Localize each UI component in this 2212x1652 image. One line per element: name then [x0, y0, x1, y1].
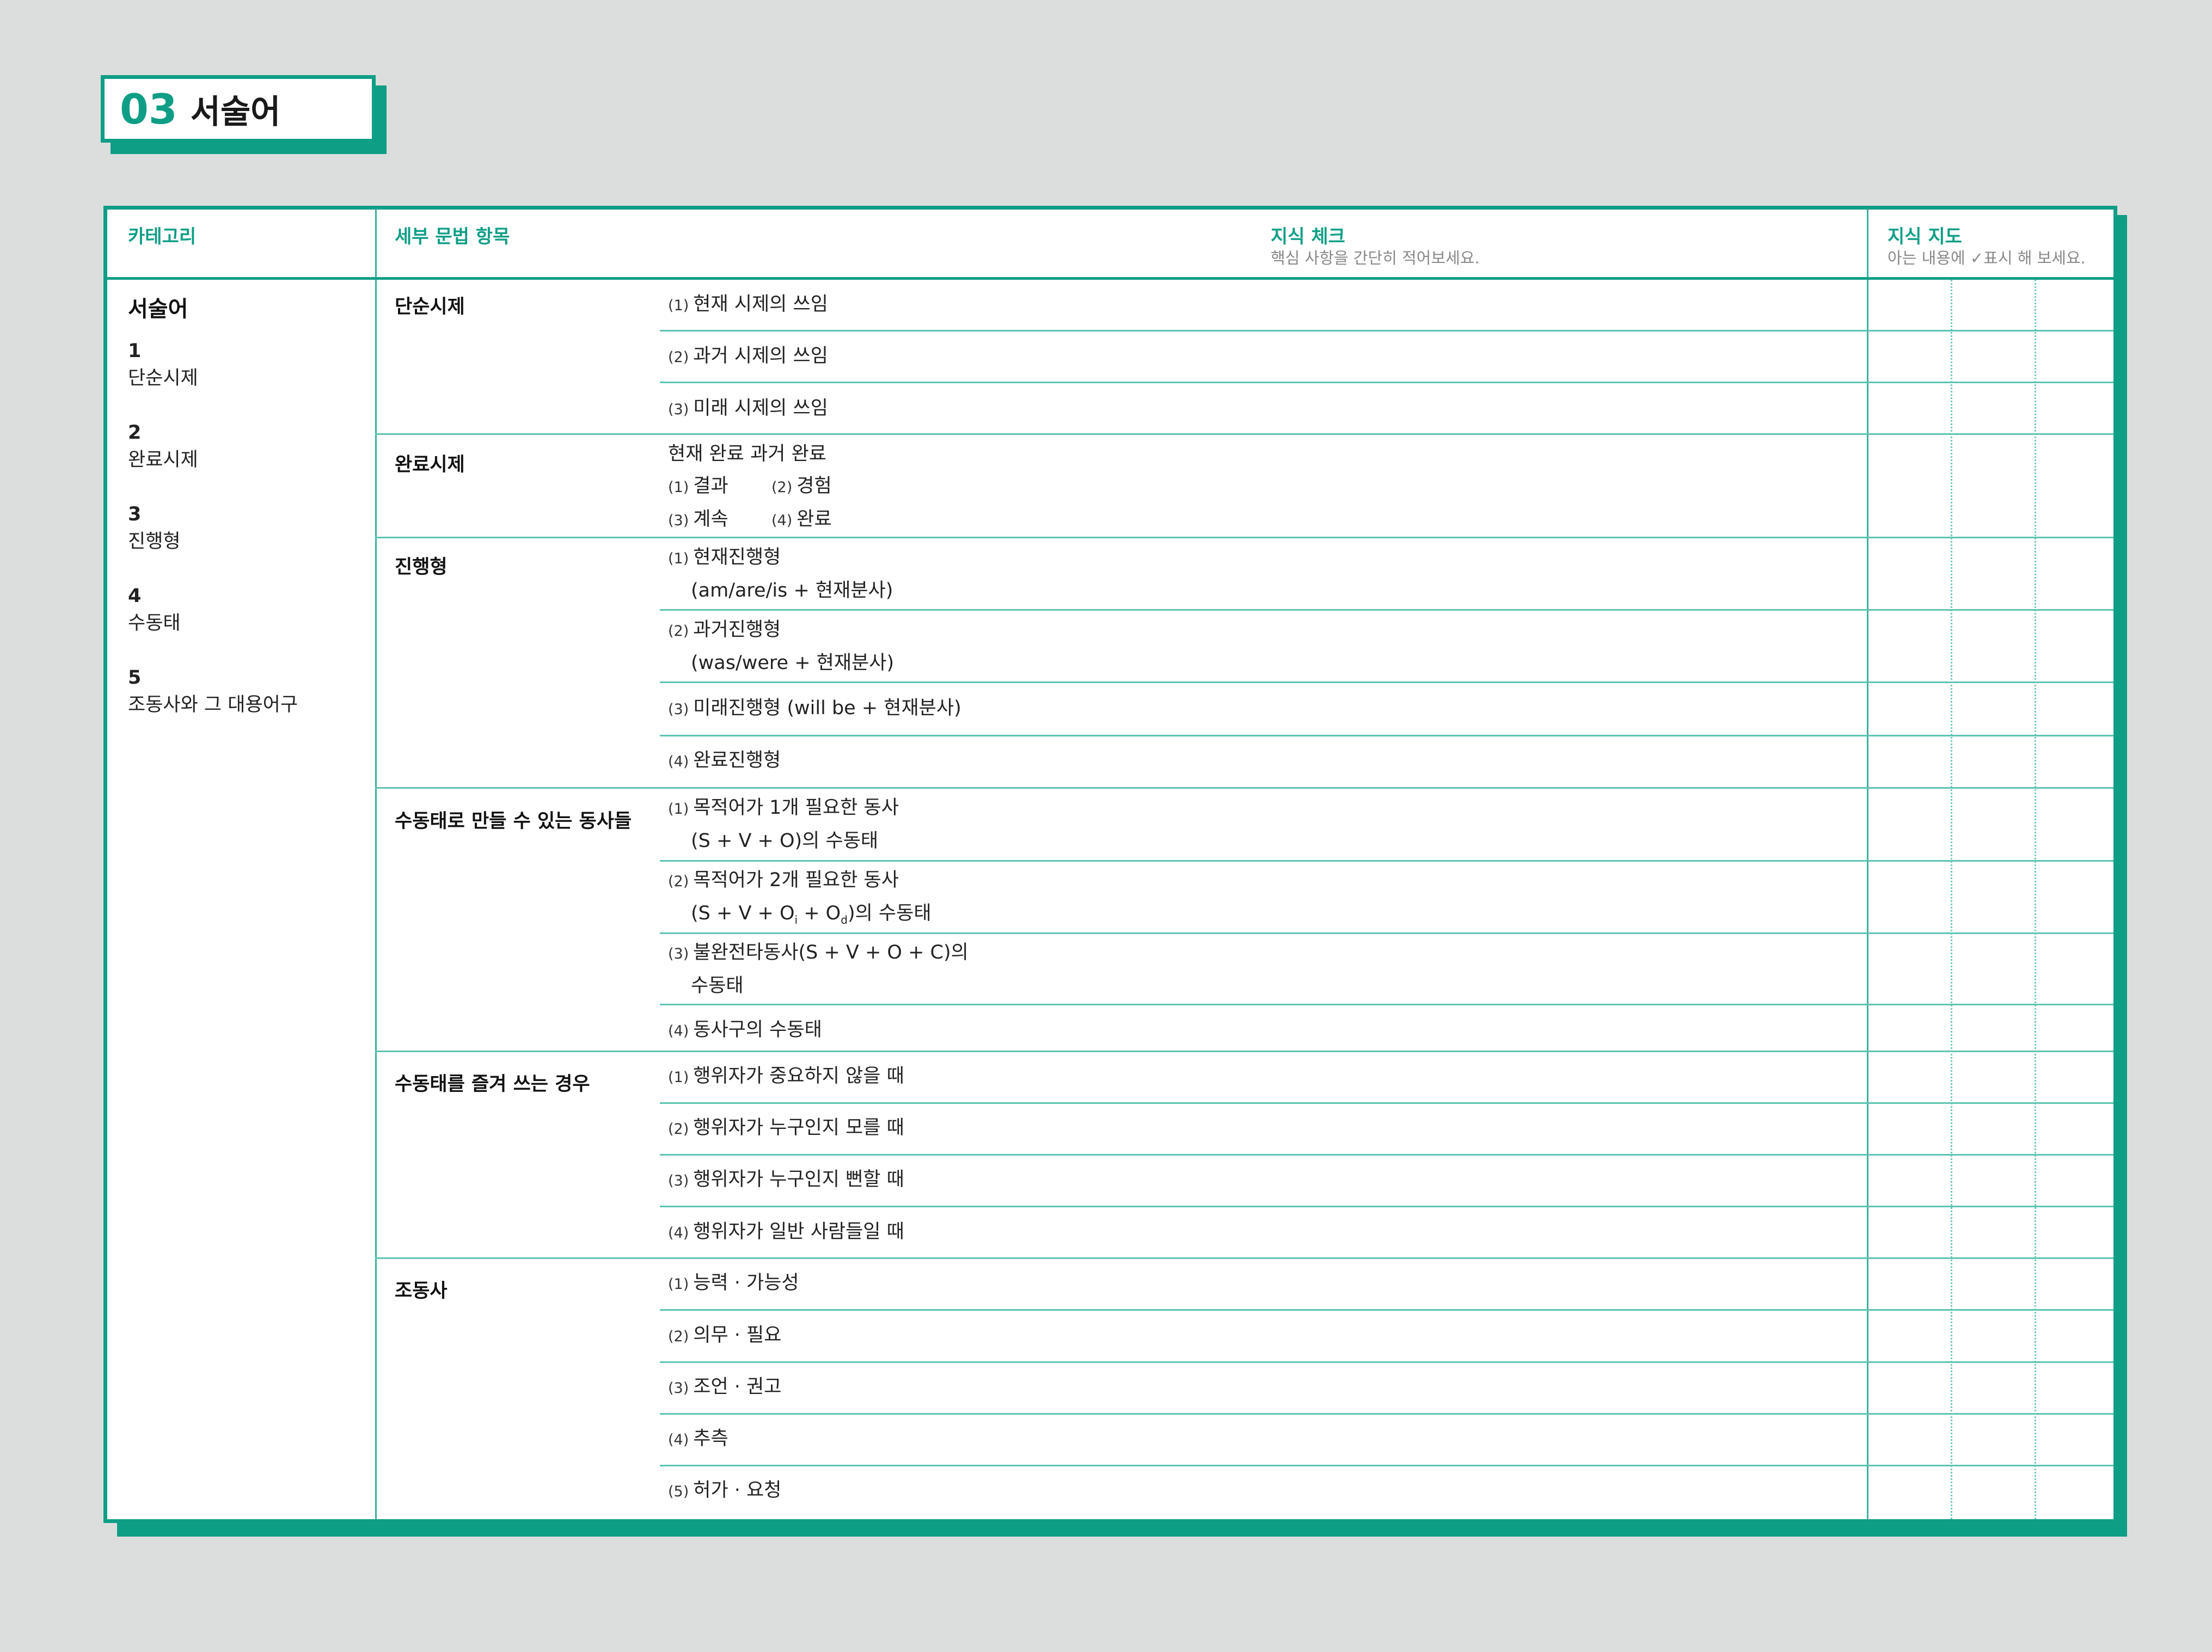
- section-label: 완료시제: [395, 454, 465, 476]
- grammar-checklist-table: 카테고리 세부 문법 항목 지식 체크 핵심 사항을 간단히 적어보세요. 지식…: [103, 206, 2117, 1523]
- section-label: 조동사: [395, 1280, 448, 1302]
- item-row: (4) 동사구의 수동태: [668, 1019, 822, 1041]
- section-label: 수동태를 즐겨 쓰는 경우: [395, 1073, 590, 1095]
- header-category: 카테고리: [128, 226, 197, 248]
- item-row: 현재 완료 과거 완료 (1) 결과 (2) 경험 (3) 계속 (4) 완료: [668, 443, 832, 530]
- row-divider: [660, 1102, 2113, 1104]
- item-row: (2) 목적어가 2개 필요한 동사 (S + V + Oi + Od)의 수동태: [668, 869, 932, 926]
- item-row: (1) 능력 · 가능성: [668, 1272, 799, 1294]
- check-col-divider: [2035, 280, 2036, 1519]
- row-divider: [660, 1309, 2113, 1311]
- category-item: 2 완료시제: [128, 422, 198, 471]
- row-divider: [660, 1465, 2113, 1466]
- section-title: 03 서술어: [101, 75, 376, 143]
- item-row: (4) 완료진행형: [668, 750, 781, 771]
- row-divider: [375, 537, 2113, 538]
- row-divider: [375, 787, 2113, 789]
- item-row: (4) 행위자가 일반 사람들일 때: [668, 1221, 904, 1243]
- row-divider: [660, 860, 2113, 862]
- row-divider: [375, 1257, 2113, 1259]
- header-check-sub: 핵심 사항을 간단히 적어보세요.: [1271, 249, 1480, 267]
- row-divider: [660, 1004, 2113, 1005]
- section-label: 진행형: [395, 556, 448, 578]
- category-item: 3 진행형: [128, 503, 181, 552]
- header-map-sub: 아는 내용에 ✓표시 해 보세요.: [1888, 249, 2086, 267]
- category-title: 서술어: [128, 297, 188, 322]
- category-item: 1 단순시제: [128, 340, 198, 389]
- item-row: (3) 미래진행형 (will be + 현재분사): [668, 697, 961, 719]
- item-row: (1) 현재 시제의 쓰임: [668, 293, 828, 315]
- section-name: 서술어: [190, 93, 281, 131]
- row-divider: [375, 433, 2113, 435]
- row-divider: [660, 382, 2113, 383]
- row-divider: [660, 735, 2113, 736]
- check-col-divider: [1951, 280, 1952, 1519]
- header-divider: [107, 277, 2113, 280]
- row-divider: [660, 1361, 2113, 1363]
- row-divider: [660, 330, 2113, 331]
- col-divider: [375, 210, 377, 1519]
- row-divider: [660, 681, 2113, 683]
- row-divider: [660, 1206, 2113, 1207]
- item-row: (2) 의무 · 필요: [668, 1324, 782, 1346]
- section-label: 단순시제: [395, 296, 465, 318]
- item-row: (2) 행위자가 누구인지 모를 때: [668, 1117, 904, 1139]
- row-divider: [660, 1413, 2113, 1415]
- item-row: (1) 목적어가 1개 필요한 동사 (S + V + O)의 수동태: [668, 797, 899, 852]
- header-check-title: 지식 체크: [1271, 226, 1345, 248]
- row-divider: [375, 1051, 2113, 1052]
- item-row: (2) 과거 시제의 쓰임: [668, 345, 828, 367]
- item-row: (3) 조언 · 권고: [668, 1376, 782, 1398]
- item-row: (1) 행위자가 중요하지 않을 때: [668, 1065, 904, 1087]
- header-detail: 세부 문법 항목: [395, 226, 510, 248]
- item-row: (4) 추측: [668, 1428, 728, 1450]
- col-divider: [1867, 210, 1868, 1519]
- row-divider: [660, 609, 2113, 611]
- category-item: 5 조동사와 그 대용어구: [128, 667, 298, 716]
- category-item: 4 수동태: [128, 585, 181, 634]
- item-row: (3) 불완전타동사(S + V + O + C)의 수동태: [668, 942, 969, 997]
- header-map-title: 지식 지도: [1888, 226, 1962, 248]
- item-row: (5) 허가 · 요청: [668, 1479, 782, 1501]
- item-row: (2) 과거진행형 (was/were + 현재분사): [668, 619, 894, 674]
- row-divider: [660, 1154, 2113, 1156]
- item-row: (3) 행위자가 누구인지 뻔할 때: [668, 1169, 904, 1190]
- section-number: 03: [120, 84, 177, 133]
- section-label: 수동태로 만들 수 있는 동사들: [395, 810, 632, 832]
- item-row: (1) 현재진행형 (am/are/is + 현재분사): [668, 546, 893, 601]
- item-row: (3) 미래 시제의 쓰임: [668, 397, 828, 419]
